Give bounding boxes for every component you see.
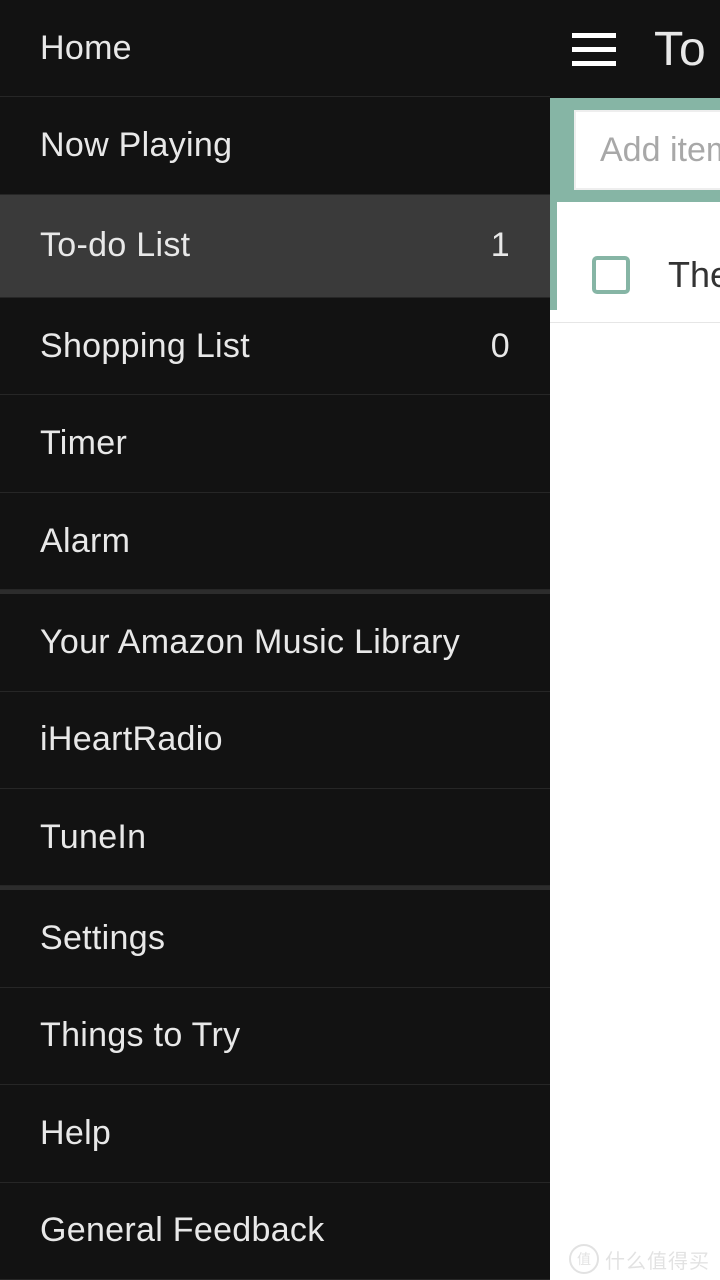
sidebar-item-alarm[interactable]: Alarm [0,493,550,590]
checkbox-icon[interactable] [592,256,630,294]
sidebar-item-now-playing[interactable]: Now Playing [0,97,550,194]
active-indicator [550,201,557,310]
main-content: To The [550,0,720,1280]
sidebar-item-help[interactable]: Help [0,1085,550,1182]
sidebar-item-timer[interactable]: Timer [0,395,550,492]
sidebar-item-label: To-do List [40,226,190,265]
list-item[interactable]: The [550,232,720,323]
sidebar-item-todo-list[interactable]: To-do List 1 [0,195,550,298]
watermark: 值 什么值得买 [569,1244,710,1274]
sidebar-item-general-feedback[interactable]: General Feedback [0,1183,550,1280]
sidebar-item-label: TuneIn [40,818,146,857]
sidebar-item-badge: 1 [491,226,510,265]
list-item-text: The [668,254,720,296]
sidebar-item-music-library[interactable]: Your Amazon Music Library [0,594,550,691]
sidebar-item-label: iHeartRadio [40,720,223,759]
sidebar-item-label: Help [40,1114,111,1153]
content-header: To [550,0,720,98]
sidebar-item-label: General Feedback [40,1211,325,1250]
add-item-bar [550,98,720,202]
sidebar-item-home[interactable]: Home [0,0,550,97]
page-title: To [654,22,707,77]
sidebar-item-label: Settings [40,919,165,958]
add-item-input[interactable] [574,110,720,190]
watermark-text: 什么值得买 [605,1245,710,1274]
sidebar: Home Now Playing To-do List 1 Shopping L… [0,0,550,1280]
sidebar-item-label: Alarm [40,522,130,561]
sidebar-item-things-to-try[interactable]: Things to Try [0,988,550,1085]
sidebar-item-badge: 0 [491,327,510,366]
sidebar-item-label: Timer [40,424,127,463]
sidebar-item-iheartradio[interactable]: iHeartRadio [0,692,550,789]
sidebar-item-label: Now Playing [40,126,232,165]
sidebar-item-label: Your Amazon Music Library [40,623,460,662]
sidebar-item-settings[interactable]: Settings [0,890,550,987]
hamburger-icon[interactable] [572,33,616,66]
sidebar-item-label: Home [40,29,132,68]
sidebar-item-tunein[interactable]: TuneIn [0,789,550,886]
todo-list: The [550,202,720,323]
sidebar-item-shopping-list[interactable]: Shopping List 0 [0,298,550,395]
watermark-badge: 值 [569,1244,599,1274]
sidebar-item-label: Things to Try [40,1016,240,1055]
sidebar-item-label: Shopping List [40,327,250,366]
